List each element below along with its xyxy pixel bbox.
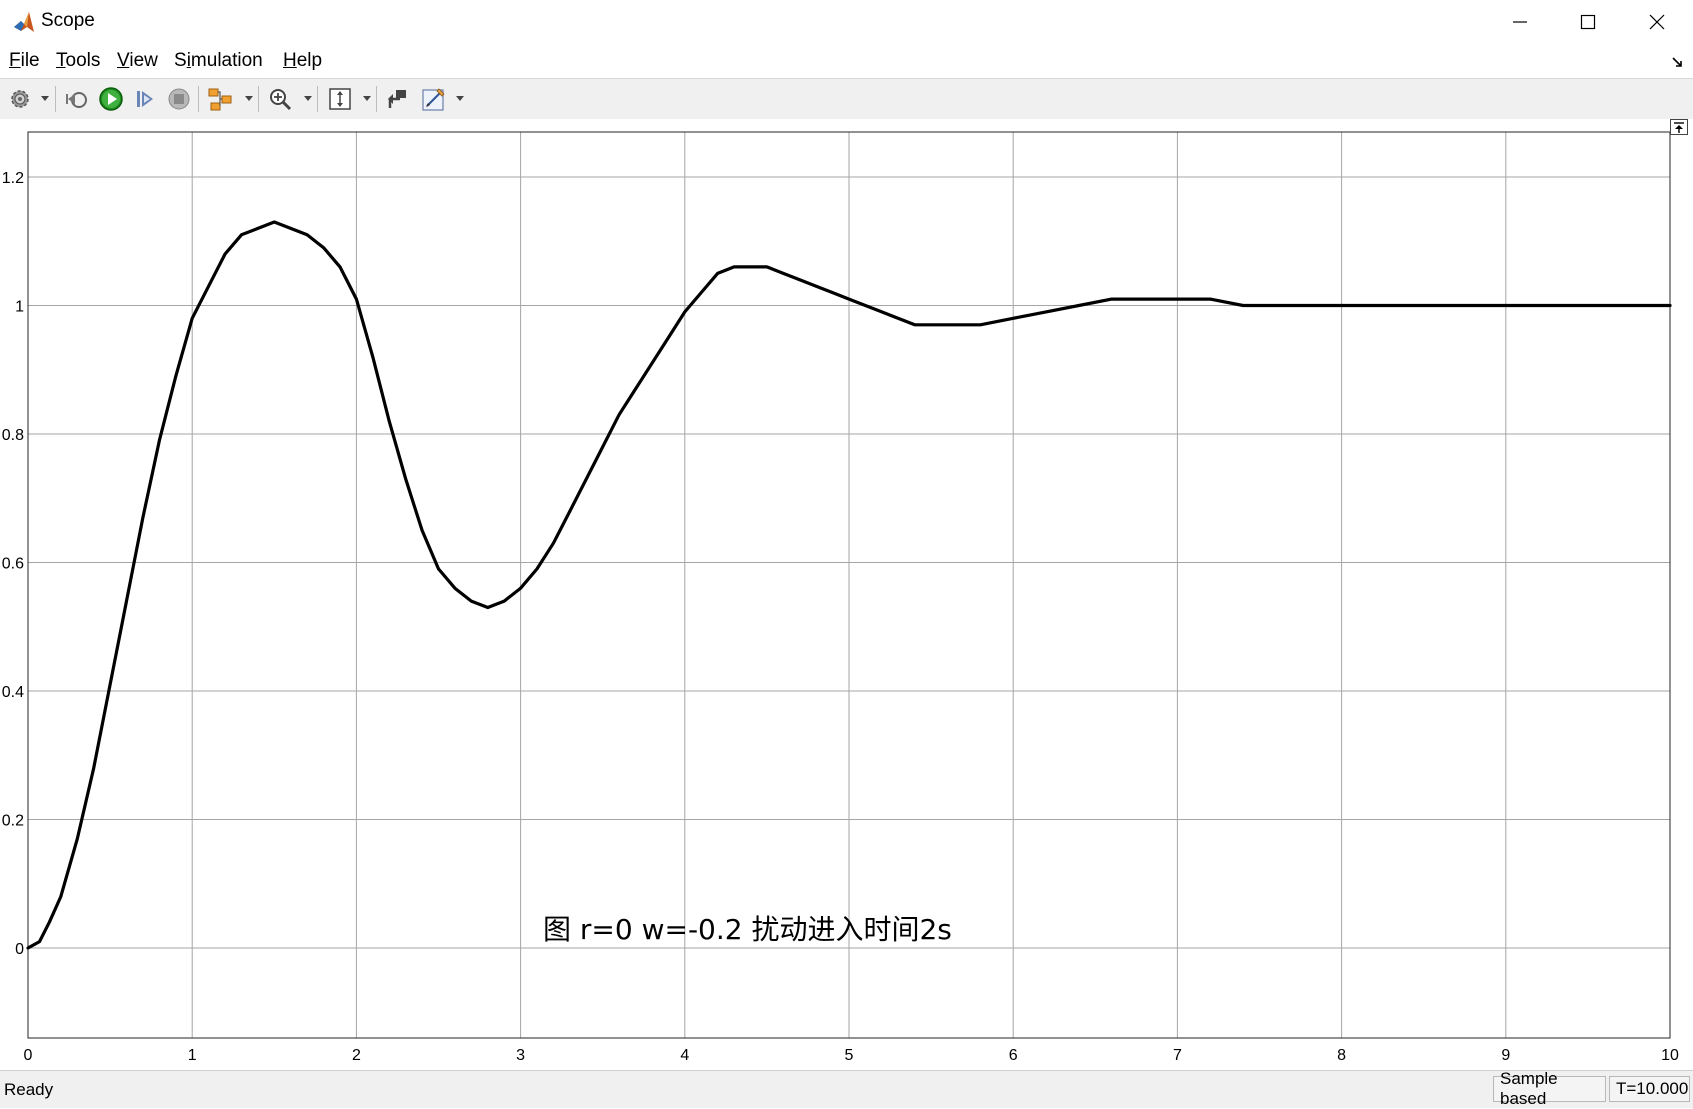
zoom-dropdown-icon[interactable]	[304, 96, 312, 101]
autoscale-dropdown-icon[interactable]	[363, 96, 371, 101]
menu-tools[interactable]: Tools	[56, 50, 100, 72]
minimize-button[interactable]	[1486, 0, 1554, 44]
step-back-button[interactable]	[63, 85, 91, 113]
x-tick-label: 10	[1661, 1047, 1679, 1064]
minimize-icon	[1513, 21, 1527, 23]
pin-icon	[1674, 122, 1684, 133]
toolbar-separator	[317, 86, 318, 112]
highlight-block-icon	[388, 90, 406, 108]
x-tick-label: 2	[352, 1047, 361, 1064]
sample-mode-indicator: Sample based	[1493, 1069, 1606, 1108]
zoom-button[interactable]	[266, 85, 294, 113]
toolbar-separator	[198, 86, 199, 112]
close-icon	[1649, 14, 1665, 30]
settings-dropdown-icon[interactable]	[41, 96, 49, 101]
menu-help[interactable]: Help	[283, 50, 322, 72]
step-forward-button[interactable]	[131, 85, 159, 113]
run-icon	[99, 87, 123, 111]
highlight-block-button[interactable]	[384, 85, 412, 113]
zoom-in-icon	[270, 89, 292, 111]
style-dropdown-icon[interactable]	[456, 96, 464, 101]
menu-view[interactable]: View	[117, 50, 158, 72]
close-button[interactable]	[1623, 0, 1691, 44]
run-button[interactable]	[97, 85, 125, 113]
x-tick-label: 4	[680, 1047, 689, 1064]
menu-file[interactable]: File	[9, 50, 40, 72]
signal-selector-icon	[208, 88, 232, 111]
style-button[interactable]	[420, 85, 448, 113]
step-forward-icon	[137, 91, 153, 107]
chart-annotation: 图 r=0 w=-0.2 扰动进入时间2s	[543, 913, 952, 946]
toolbar-separator	[258, 86, 259, 112]
autoscale-button[interactable]	[326, 85, 354, 113]
maximize-icon	[1580, 14, 1596, 30]
step-back-icon	[66, 92, 87, 108]
x-tick-label: 5	[845, 1047, 854, 1064]
x-tick-label: 0	[24, 1047, 33, 1064]
x-tick-label: 6	[1009, 1047, 1018, 1064]
settings-icon	[11, 90, 29, 108]
x-tick-label: 9	[1501, 1047, 1510, 1064]
signal-selector-dropdown-icon[interactable]	[245, 96, 253, 101]
menu-bar: File Tools View Simulation Help	[0, 44, 1693, 78]
style-icon	[422, 88, 445, 111]
toolbar-separator	[376, 86, 377, 112]
maximize-button[interactable]	[1554, 0, 1622, 44]
status-text: Ready	[4, 1080, 54, 1099]
simulation-time: T=10.000	[1609, 1076, 1690, 1102]
stop-button[interactable]	[165, 85, 193, 113]
y-tick-label: 1.2	[2, 170, 24, 187]
x-tick-label: 3	[516, 1047, 525, 1064]
toolbar	[0, 78, 1693, 120]
scope-axes[interactable]: 0 1 2 3 4 5 6 7 8 9 10 0 0.2 0.4 0.6 0.8 1 1.2 图 r=0 w=-0.…	[0, 119, 1693, 1070]
x-tick-label: 7	[1173, 1047, 1182, 1064]
y-tick-label: 0.2	[2, 813, 24, 830]
pin-toolbar-button[interactable]	[1670, 119, 1688, 135]
y-tick-label: 1	[15, 298, 24, 315]
scope-display[interactable]: 0 1 2 3 4 5 6 7 8 9 10 0 0.2 0.4 0.6 0.8 1 1.2 图 r=0 w=-0.…	[0, 119, 1693, 1070]
settings-button[interactable]	[6, 85, 34, 113]
undock-icon[interactable]	[1669, 54, 1685, 70]
title-bar: Scope	[0, 0, 1693, 45]
window-title: Scope	[41, 10, 95, 31]
x-tick-label: 1	[188, 1047, 197, 1064]
signal-selector-button[interactable]	[206, 85, 234, 113]
y-tick-label: 0.8	[2, 427, 24, 444]
toolbar-separator	[55, 86, 56, 112]
matlab-icon	[14, 12, 34, 32]
menu-simulation[interactable]: Simulation	[174, 50, 263, 72]
y-tick-label: 0.4	[2, 684, 24, 701]
y-tick-label: 0	[15, 941, 24, 958]
y-tick-label: 0.6	[2, 556, 24, 573]
autoscale-icon	[329, 88, 351, 110]
stop-icon	[168, 88, 190, 110]
x-tick-label: 8	[1337, 1047, 1346, 1064]
status-bar: Ready Sample based T=10.000	[0, 1069, 1693, 1108]
